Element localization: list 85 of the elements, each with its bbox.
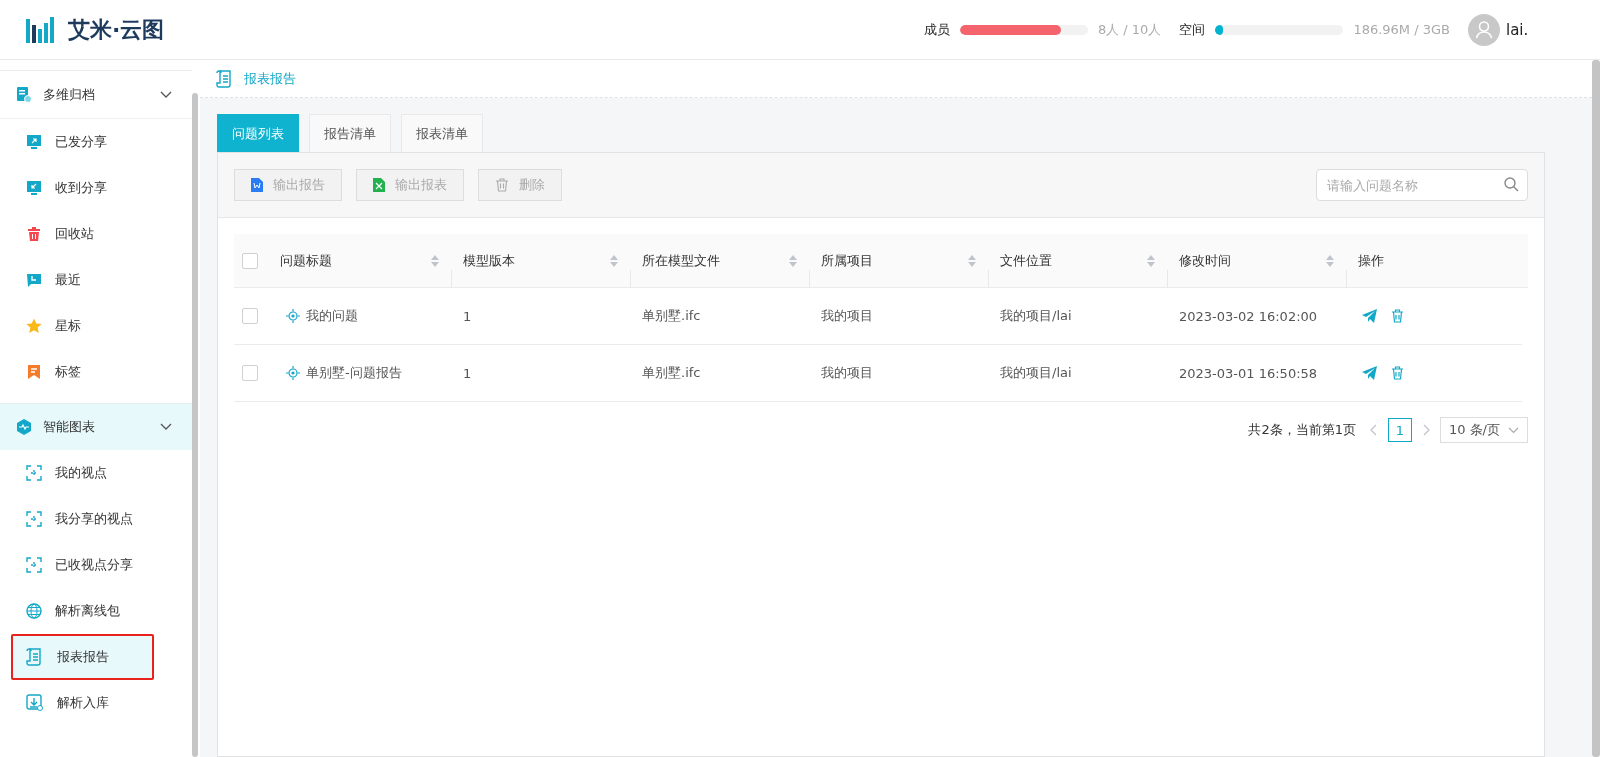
tab[interactable]: 报告清单 bbox=[309, 114, 391, 152]
download-icon bbox=[26, 694, 44, 712]
monitor-icon bbox=[26, 134, 42, 150]
column-header: 操作 bbox=[1358, 251, 1384, 270]
trash-icon bbox=[495, 178, 509, 192]
quota-reading: 186.96M / 3GB bbox=[1353, 22, 1450, 37]
search-icon bbox=[1504, 177, 1519, 192]
trash-icon[interactable] bbox=[1391, 366, 1404, 380]
scroll-icon bbox=[26, 648, 44, 666]
checkbox[interactable] bbox=[242, 308, 258, 324]
sidebar-item[interactable]: 报表报告 bbox=[11, 634, 154, 680]
focus-icon bbox=[26, 557, 42, 573]
checkbox[interactable] bbox=[242, 365, 258, 381]
table-cell: 我的项目/lai bbox=[1000, 307, 1072, 325]
previous-page-icon[interactable] bbox=[1369, 424, 1378, 436]
trash-icon bbox=[26, 226, 42, 242]
table-cell: 我的项目/lai bbox=[1000, 364, 1072, 382]
sidebar-item[interactable]: 回收站 bbox=[0, 211, 192, 257]
column-header: 问题标题 bbox=[280, 251, 332, 270]
table-cell: 我的项目 bbox=[821, 364, 873, 382]
focus-icon bbox=[26, 511, 42, 527]
avatar-icon[interactable] bbox=[1468, 13, 1500, 46]
target-icon bbox=[286, 366, 300, 380]
quota-reading: 8人 / 10人 bbox=[1097, 20, 1162, 39]
column-header: 所属项目 bbox=[821, 251, 873, 270]
sort-icon[interactable] bbox=[789, 254, 797, 267]
column-header: 模型版本 bbox=[463, 251, 515, 270]
sort-icon[interactable] bbox=[1147, 254, 1155, 267]
table-cell: 1 bbox=[463, 365, 472, 381]
user-name[interactable]: lai. bbox=[1506, 20, 1529, 39]
table-cell: 单别墅-问题报告 bbox=[306, 364, 402, 382]
sort-icon[interactable] bbox=[968, 254, 976, 267]
send-icon[interactable] bbox=[1362, 309, 1377, 323]
logo-icon bbox=[26, 16, 56, 43]
sidebar-item[interactable]: 标签 bbox=[0, 349, 192, 395]
target-icon bbox=[286, 309, 300, 323]
star-icon bbox=[26, 318, 42, 334]
sort-icon[interactable] bbox=[1326, 254, 1334, 267]
focus-icon bbox=[26, 465, 42, 481]
checkbox[interactable] bbox=[242, 252, 258, 269]
bookmark-icon bbox=[26, 364, 42, 380]
sidebar-item[interactable]: 已收视点分享 bbox=[0, 542, 192, 588]
sidebar-item[interactable]: 星标 bbox=[0, 303, 192, 349]
table-cell: 单别墅.ifc bbox=[642, 307, 701, 325]
scroll-icon bbox=[216, 69, 234, 88]
sidebar-item[interactable]: 解析入库 bbox=[0, 680, 192, 726]
search-field[interactable]: 请输入问题名称 bbox=[1316, 169, 1528, 201]
chevron-icon bbox=[1508, 426, 1519, 434]
send-icon[interactable] bbox=[1362, 366, 1377, 380]
sidebar-item[interactable]: 收到分享 bbox=[0, 165, 192, 211]
sidebar-item[interactable]: 最近 bbox=[0, 257, 192, 303]
trash-icon[interactable] bbox=[1391, 309, 1404, 323]
sidebar-item[interactable]: 解析离线包 bbox=[0, 588, 192, 634]
sidebar-item[interactable]: 我分享的视点 bbox=[0, 496, 192, 542]
table-cell: 我的问题 bbox=[306, 307, 358, 325]
quota-label: 成员 bbox=[923, 20, 950, 39]
sort-icon[interactable] bbox=[610, 254, 618, 267]
quota-label: 空间 bbox=[1179, 20, 1206, 39]
document-icon bbox=[16, 87, 32, 103]
sidebar-item[interactable]: 已发分享 bbox=[0, 119, 192, 165]
sidebar-group[interactable]: 多维归档 bbox=[0, 72, 192, 119]
sidebar-item[interactable]: 我的视点 bbox=[0, 450, 192, 496]
column-header: 所在模型文件 bbox=[642, 251, 720, 270]
scrollbar[interactable] bbox=[1592, 60, 1600, 757]
scrollbar[interactable] bbox=[192, 93, 198, 757]
table-cell: 2023-03-02 16:02:00 bbox=[1179, 308, 1318, 324]
column-header: 文件位置 bbox=[1000, 251, 1052, 270]
page-size-select[interactable]: 10 条/页 bbox=[1439, 417, 1528, 443]
app-name: 艾米·云图 bbox=[68, 15, 165, 44]
sort-icon[interactable] bbox=[431, 254, 439, 267]
column-header: 修改时间 bbox=[1179, 251, 1231, 270]
clock-card-icon bbox=[26, 272, 42, 288]
globe-icon bbox=[26, 603, 42, 619]
word-file-icon bbox=[251, 178, 263, 192]
tab[interactable]: 报表清单 bbox=[401, 114, 483, 152]
pulse-icon bbox=[16, 419, 32, 435]
next-page-icon[interactable] bbox=[1421, 424, 1430, 436]
table-cell: 1 bbox=[463, 308, 472, 324]
pagination-summary: 共2条，当前第1页 bbox=[1248, 421, 1356, 439]
table-cell: 我的项目 bbox=[821, 307, 873, 325]
sidebar-group[interactable]: 智能图表 bbox=[0, 403, 192, 450]
excel-file-icon bbox=[373, 178, 385, 192]
monitor-icon bbox=[26, 180, 42, 196]
table-cell: 2023-03-01 16:50:58 bbox=[1179, 365, 1318, 381]
table-cell: 单别墅.ifc bbox=[642, 364, 701, 382]
